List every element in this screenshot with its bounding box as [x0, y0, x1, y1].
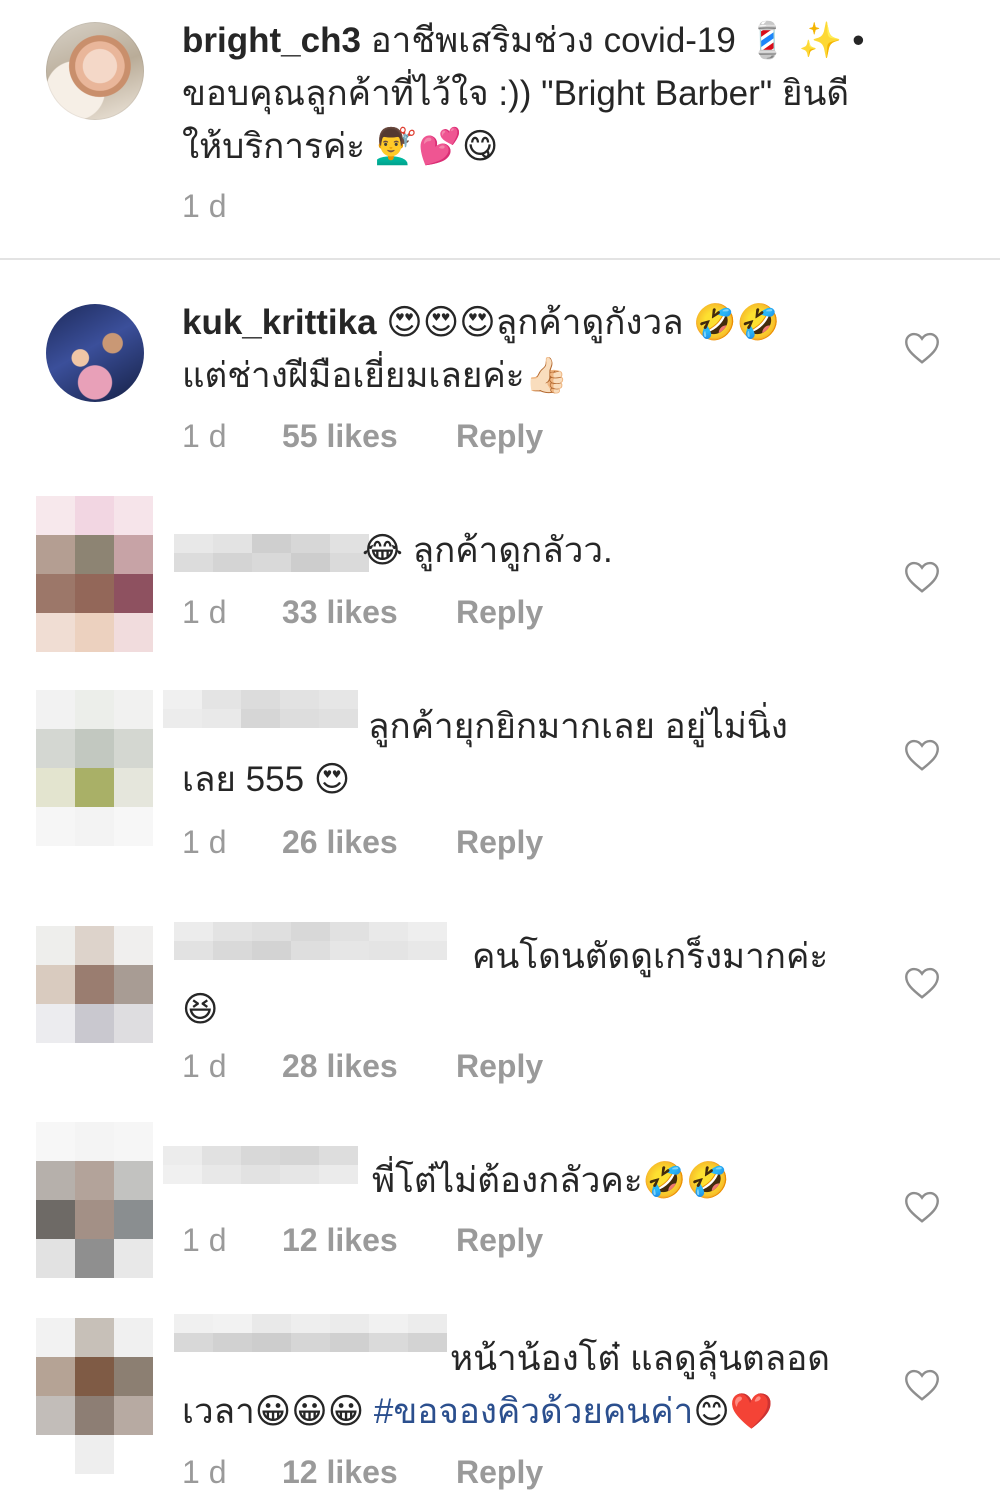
heart-icon[interactable] — [904, 1190, 940, 1224]
likes-count[interactable]: 28 likes — [282, 1048, 398, 1085]
username[interactable]: kuk_krittika — [182, 303, 377, 342]
likes-count[interactable]: 55 likes — [282, 418, 398, 455]
reply-button[interactable]: Reply — [456, 1222, 543, 1259]
likes-count[interactable]: 26 likes — [282, 824, 398, 861]
hashtag-link[interactable]: #ขอจองคิวด้วยคนค่า — [374, 1392, 693, 1431]
timestamp: 1 d — [182, 824, 227, 860]
timestamp: 1 d — [182, 1454, 227, 1490]
heart-icon[interactable] — [904, 738, 940, 772]
caption-line: อาชีพเสริมช่วง covid-19 💈 ✨ • — [370, 21, 865, 60]
avatar[interactable] — [46, 304, 144, 402]
reply-button[interactable]: Reply — [456, 824, 543, 861]
likes-count[interactable]: 33 likes — [282, 594, 398, 631]
comment-line: 😂 ลูกค้าดูกลัวว. — [362, 531, 613, 570]
comment-line: เลย 555 😍 — [182, 760, 351, 799]
comment-text: คนโดนตัดดูเกร็งมากค่ะ 😆 — [182, 930, 882, 1036]
timestamp: 1 d — [182, 418, 227, 454]
comment-text: kuk_krittika 😍😍😍ลูกค้าดูกังวล 🤣🤣 แต่ช่าง… — [182, 296, 882, 402]
reply-button[interactable]: Reply — [456, 1454, 543, 1491]
timestamp: 1 d — [182, 1048, 227, 1084]
divider — [0, 258, 1000, 260]
comment-line: คนโดนตัดดูเกร็งมากค่ะ — [472, 937, 829, 976]
comment-line: ลูกค้ายุกยิกมากเลย อยู่ไม่นิ่ง — [368, 707, 788, 746]
heart-icon[interactable] — [904, 560, 940, 594]
blurred-username — [163, 1146, 358, 1184]
comment-text: หน้าน้องโต๋ แลดูลุ้นตลอด เวลา😀😀😀 #ขอจองค… — [182, 1332, 882, 1438]
comment-text-segment: เวลา😀😀😀 — [182, 1392, 374, 1431]
comment-line: 😆 — [182, 990, 219, 1029]
heart-icon[interactable] — [904, 331, 940, 365]
heart-icon[interactable] — [904, 1368, 940, 1402]
caption-line: ขอบคุณลูกค้าที่ไว้ใจ :)) "Bright Barber"… — [182, 74, 850, 113]
timestamp: 1 d — [182, 188, 227, 224]
comment-line: หน้าน้องโต๋ แลดูลุ้นตลอด — [450, 1339, 830, 1378]
reply-button[interactable]: Reply — [456, 594, 543, 631]
heart-icon[interactable] — [904, 966, 940, 1000]
comment-text: ลูกค้ายุกยิกมากเลย อยู่ไม่นิ่ง เลย 555 😍 — [182, 700, 882, 806]
avatar[interactable] — [36, 926, 153, 1082]
timestamp: 1 d — [182, 594, 227, 630]
comment-text-segment: 😊❤️ — [693, 1392, 774, 1431]
comment-line: แต่ช่างฝีมือเยี่ยมเลยค่ะ👍🏻 — [182, 356, 569, 395]
avatar[interactable] — [36, 1122, 153, 1278]
post-caption: bright_ch3 อาชีพเสริมช่วง covid-19 💈 ✨ •… — [0, 0, 1000, 258]
avatar[interactable] — [46, 22, 144, 120]
comment-line: พี่โต๋ไม่ต้องกลัวคะ🤣🤣 — [372, 1161, 730, 1200]
comment-line: 😍😍😍ลูกค้าดูกังวล 🤣🤣 — [386, 303, 781, 342]
reply-button[interactable]: Reply — [456, 1048, 543, 1085]
likes-count[interactable]: 12 likes — [282, 1454, 398, 1491]
timestamp: 1 d — [182, 1222, 227, 1258]
comment-line: เวลา😀😀😀 #ขอจองคิวด้วยคนค่า😊❤️ — [182, 1385, 882, 1438]
caption-line: ให้บริการค่ะ 💇‍♂️💕😋 — [182, 127, 499, 166]
likes-count[interactable]: 12 likes — [282, 1222, 398, 1259]
reply-button[interactable]: Reply — [456, 418, 543, 455]
avatar[interactable] — [36, 690, 153, 846]
avatar[interactable] — [36, 1318, 153, 1474]
comment-text: พี่โต๋ไม่ต้องกลัวคะ🤣🤣 — [372, 1154, 882, 1207]
avatar[interactable] — [36, 496, 153, 652]
blurred-username — [174, 534, 369, 572]
username[interactable]: bright_ch3 — [182, 21, 361, 60]
caption-text: bright_ch3 อาชีพเสริมช่วง covid-19 💈 ✨ •… — [182, 14, 972, 173]
comment-text: 😂 ลูกค้าดูกลัวว. — [362, 524, 882, 577]
